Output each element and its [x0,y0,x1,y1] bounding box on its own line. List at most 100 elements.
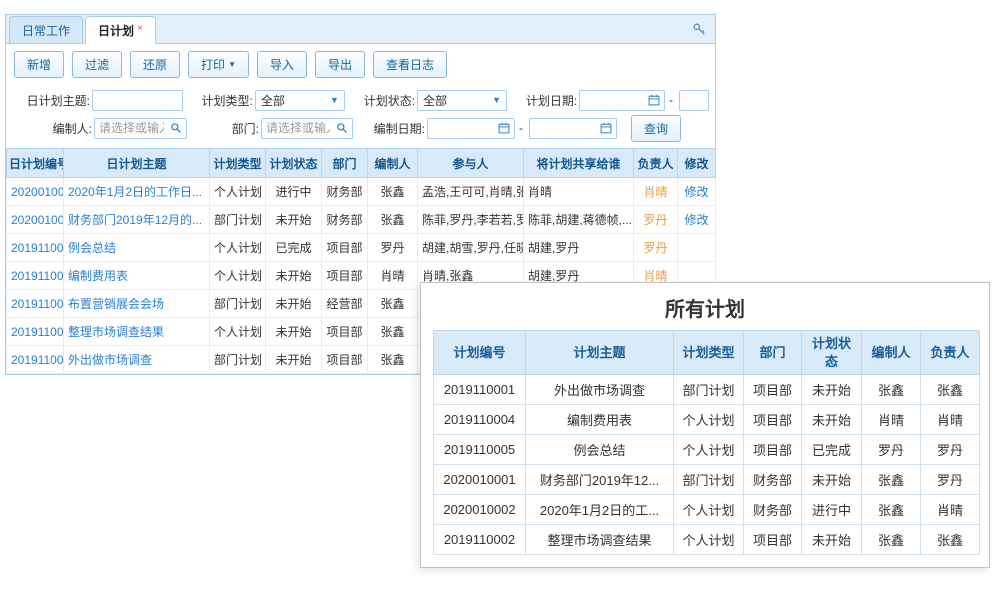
table-row[interactable]: 2019110005 例会总结 个人计划 已完成 项目部 罗丹 胡建,胡雪,罗丹… [7,234,716,262]
filter-button[interactable]: 过滤 [72,51,122,78]
creator-input[interactable] [95,119,168,138]
key-icon[interactable] [692,22,706,36]
search-icon[interactable] [168,122,186,134]
creator-cell: 张鑫 [368,318,418,346]
plan-status-cell: 未开始 [802,405,862,435]
plan-subject-link[interactable]: 外出做市场调查 [68,353,152,367]
shared-with-cell: 肖晴 [524,178,634,206]
creator-cell: 张鑫 [368,178,418,206]
owner-link[interactable]: 肖晴 [643,185,667,199]
header-cell: 计划类型 [674,331,744,375]
plan-type-cell: 部门计划 [210,346,266,374]
plan-type-cell: 个人计划 [210,262,266,290]
dept-cell: 项目部 [744,405,802,435]
header-cell: 计划状态 [266,149,322,178]
dept-cell: 项目部 [744,375,802,405]
plan-subject-link[interactable]: 财务部门2019年12月的... [68,213,202,227]
plan-subject-link[interactable]: 例会总结 [68,241,116,255]
plan-subject-cell: 财务部门2019年12月的... [64,206,210,234]
calendar-icon[interactable] [646,94,664,106]
plan-subject-link[interactable]: 整理市场调查结果 [68,325,164,339]
plan-type-cell: 个人计划 [210,318,266,346]
plan-id-link[interactable]: 2019110001 [11,353,64,367]
plan-id-cell: 2020010001 [434,465,526,495]
creator-cell: 罗丹 [368,234,418,262]
plan-type-select[interactable]: 全部 ▼ [255,90,345,111]
add-button[interactable]: 新增 [14,51,64,78]
edit-link[interactable]: 修改 [684,185,708,199]
daily-plan-table-header: 日计划编号 日计划主题 计划类型 计划状态 部门 编制人 参与人 将计划共享给谁… [7,149,716,178]
plan-id-cell: 2020010002 [434,495,526,525]
tab-daily-plan[interactable]: 日计划× [85,16,156,44]
plan-status-select[interactable]: 全部 ▼ [417,90,507,111]
print-label: 打印 [201,56,225,73]
edit-link[interactable]: 修改 [684,213,708,227]
filter-row-2: 编制人: 部门: 编制日期: - 查询 [12,114,709,142]
creator-cell: 张鑫 [862,465,921,495]
table-row[interactable]: 2020010001 财务部门2019年12月的... 部门计划 未开始 财务部… [7,206,716,234]
plan-type-value: 全部 [261,92,285,109]
plan-date-end-input[interactable] [680,91,708,110]
dept-cell: 项目部 [744,435,802,465]
restore-button[interactable]: 还原 [130,51,180,78]
plan-id-link[interactable]: 2020010002 [11,185,64,199]
create-date-start-input[interactable] [428,119,496,138]
participants-cell: 孟浩,王可可,肖晴,张鑫 [418,178,524,206]
dept-cell: 项目部 [322,234,368,262]
calendar-icon[interactable] [598,122,616,134]
search-icon[interactable] [334,122,352,134]
plan-type-label: 计划类型: [183,92,253,109]
plan-status-cell: 未开始 [802,525,862,555]
view-log-button[interactable]: 查看日志 [373,51,447,78]
date-separator: - [519,121,523,135]
plan-subject-link[interactable]: 2020年1月2日的工作日... [68,185,202,199]
owner-link[interactable]: 罗丹 [643,241,667,255]
create-date-end-input[interactable] [530,119,598,138]
query-button[interactable]: 查询 [631,115,681,142]
plan-status-cell: 已完成 [266,234,322,262]
plan-subject-link[interactable]: 布置营销展会会场 [68,297,164,311]
plan-id-link[interactable]: 2019110005 [11,241,64,255]
participants-cell: 陈菲,罗丹,李若若,罗... [418,206,524,234]
plan-id-link[interactable]: 2019110004 [11,269,64,283]
export-button[interactable]: 导出 [315,51,365,78]
plan-id-link[interactable]: 2020010001 [11,213,64,227]
creator-cell: 张鑫 [368,290,418,318]
plan-type-cell: 个人计划 [674,495,744,525]
owner-cell: 肖晴 [921,405,980,435]
owner-link[interactable]: 罗丹 [643,213,667,227]
plan-id-cell: 2019110002 [434,525,526,555]
owner-cell: 肖晴 [921,495,980,525]
plan-id-cell: 2019110001 [7,346,64,374]
plan-id-link[interactable]: 2019110002 [11,325,64,339]
plan-date-end-field [679,90,709,111]
table-row[interactable]: 2020010002 2020年1月2日的工作日... 个人计划 进行中 财务部… [7,178,716,206]
owner-cell: 罗丹 [921,435,980,465]
dept-input[interactable] [262,119,334,138]
table-row: 2019110005 例会总结 个人计划 项目部 已完成 罗丹 罗丹 [434,435,980,465]
caret-down-icon: ▼ [492,95,501,105]
tab-daily-work[interactable]: 日常工作 [9,16,83,44]
plan-id-link[interactable]: 2019110003 [11,297,64,311]
tab-close-icon[interactable]: × [137,23,143,34]
owner-link[interactable]: 肖晴 [643,269,667,283]
plan-status-cell: 已完成 [802,435,862,465]
subject-field [92,90,183,111]
print-button[interactable]: 打印 ▼ [188,51,249,78]
import-button[interactable]: 导入 [257,51,307,78]
plan-type-cell: 个人计划 [674,405,744,435]
plan-date-start-input[interactable] [580,91,646,110]
creator-cell: 罗丹 [862,435,921,465]
owner-cell: 罗丹 [921,465,980,495]
calendar-icon[interactable] [496,122,514,134]
plan-status-value: 全部 [423,92,447,109]
plan-subject-cell: 整理市场调查结果 [526,525,674,555]
plan-status-cell: 未开始 [266,318,322,346]
plan-subject-link[interactable]: 编制费用表 [68,269,128,283]
dept-label: 部门: [187,120,259,137]
header-cell: 编制人 [368,149,418,178]
create-date-end-field [529,118,617,139]
plan-type-cell: 个人计划 [210,234,266,262]
creator-label: 编制人: [12,120,92,137]
subject-input[interactable] [93,91,182,110]
